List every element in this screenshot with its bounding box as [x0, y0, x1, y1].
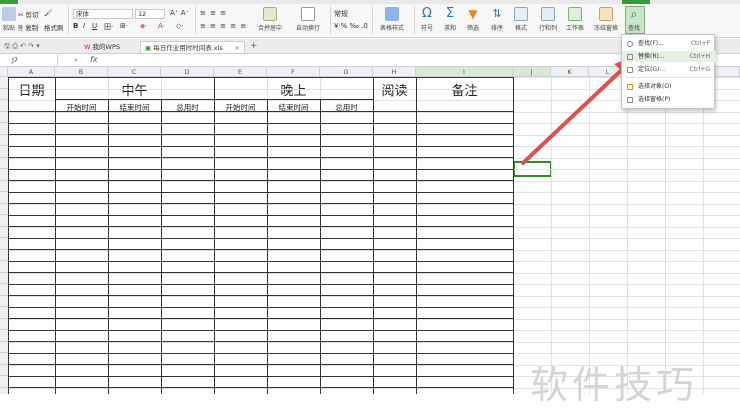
find-dropdown-menu: 查找(F)... Ctrl+F 替换(R)... Ctrl+H 定位(G)...… [621, 34, 716, 109]
goto-icon [627, 67, 633, 73]
menu-item-label: 替换(R)... [638, 53, 665, 60]
menu-item-label: 查找(F)... [638, 40, 664, 47]
menu-item-shortcut: Ctrl+F [690, 40, 710, 47]
menu-item-label: 定位(G)... [638, 66, 666, 73]
menu-item-label: 选择对象(O) [638, 83, 672, 90]
menu-divider [626, 77, 712, 78]
menu-item-goto[interactable]: 定位(G)... Ctrl+G [622, 64, 716, 75]
watermark: 软件技巧 [530, 363, 699, 407]
menu-item-select-objects[interactable]: 选择对象(O) [622, 81, 716, 92]
menu-item-shortcut: Ctrl+G [689, 66, 710, 73]
menu-item-label: 选择窗格(P) [638, 96, 671, 103]
menu-item-selection-pane[interactable]: 选择窗格(P) [622, 94, 716, 105]
selection-pane-icon [627, 97, 633, 103]
replace-icon [627, 54, 633, 60]
menu-item-replace[interactable]: 替换(R)... Ctrl+H [622, 51, 716, 62]
menu-item-find[interactable]: 查找(F)... Ctrl+F [622, 38, 716, 49]
menu-item-shortcut: Ctrl+H [689, 53, 710, 60]
select-objects-icon [627, 84, 633, 90]
search-icon [627, 41, 633, 47]
